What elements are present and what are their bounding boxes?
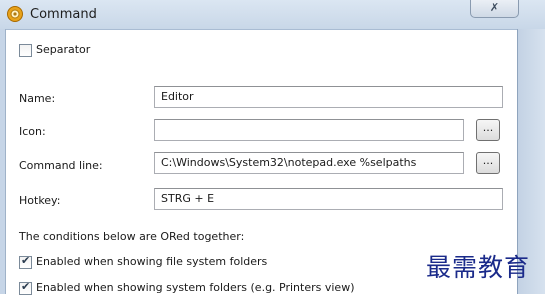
window-title: Command	[30, 7, 97, 22]
command-line-label: Command line:	[19, 159, 103, 172]
separator-checkbox[interactable]	[19, 44, 32, 57]
separator-label: Separator	[36, 43, 91, 56]
close-icon: ✗	[489, 1, 500, 14]
icon-label: Icon:	[19, 125, 46, 138]
hotkey-field[interactable]: STRG + E	[154, 188, 503, 210]
name-label: Name:	[19, 92, 56, 105]
command-line-browse-button[interactable]: ...	[476, 152, 500, 174]
command-line-field[interactable]: C:\Windows\System32\notepad.exe %selpath…	[154, 152, 464, 174]
close-button[interactable]: ✗	[470, 0, 519, 18]
system-folders-checkbox[interactable]	[19, 280, 32, 295]
hotkey-label: Hotkey:	[19, 194, 61, 207]
icon-browse-button[interactable]: ...	[476, 119, 500, 141]
name-field[interactable]: Editor	[154, 86, 503, 108]
app-cog-icon	[7, 6, 23, 22]
title-bar: Command ✗	[0, 0, 545, 30]
file-system-folders-checkbox[interactable]	[19, 254, 32, 269]
watermark-text: 最需教育	[426, 253, 531, 282]
system-folders-label: Enabled when showing system folders (e.g…	[36, 281, 355, 294]
icon-field[interactable]	[154, 119, 464, 141]
file-system-folders-label: Enabled when showing file system folders	[36, 255, 268, 268]
conditions-intro: The conditions below are ORed together:	[19, 230, 245, 243]
